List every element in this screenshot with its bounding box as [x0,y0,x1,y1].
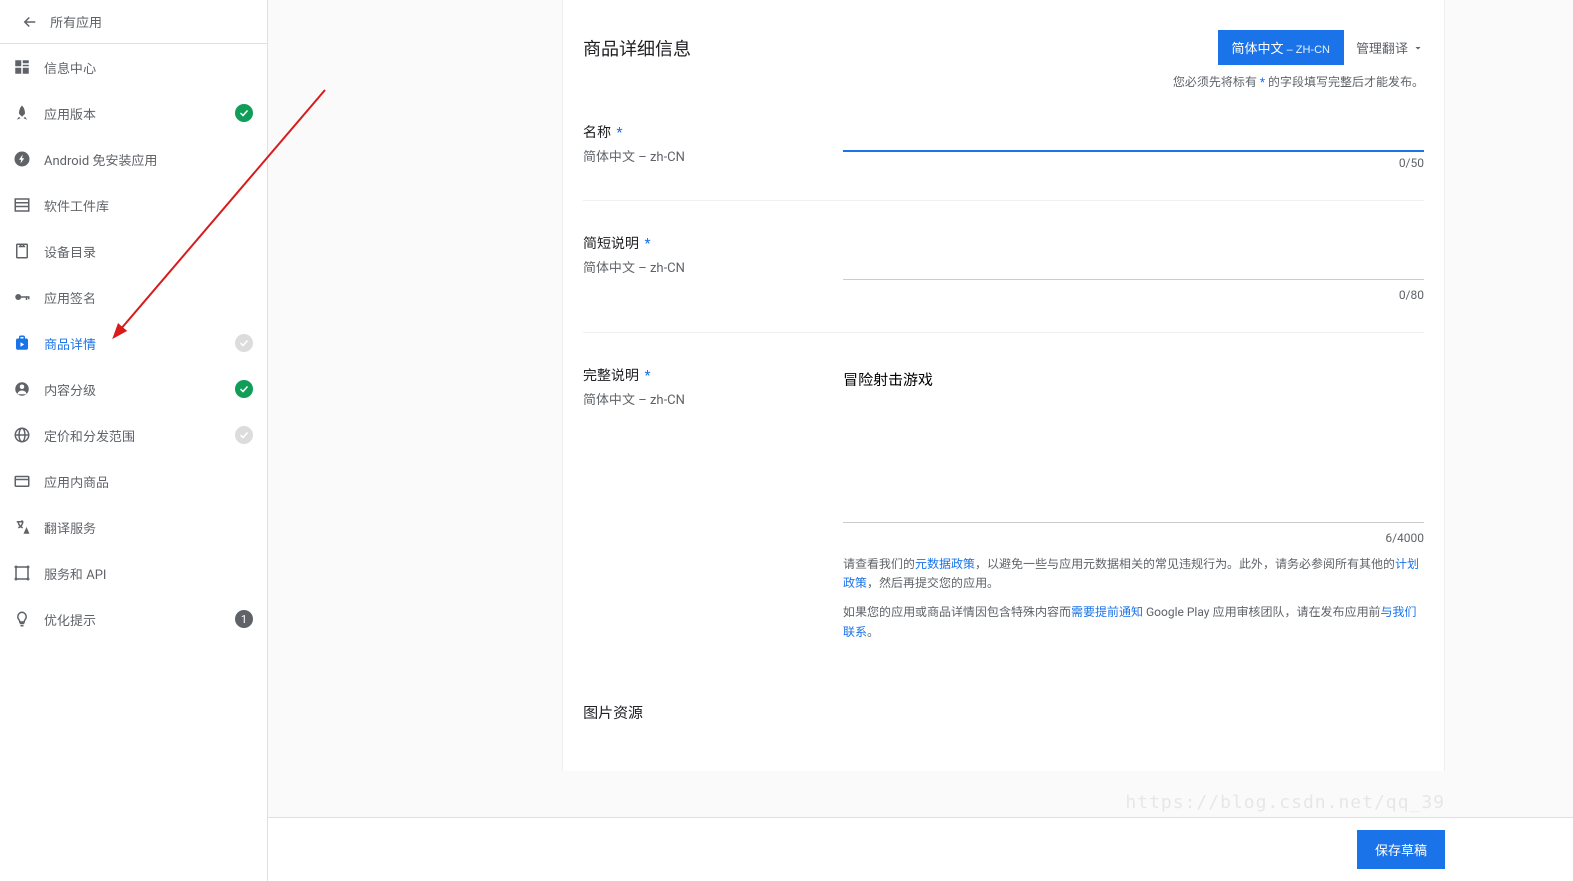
section-image-assets: 图片资源 [583,702,1424,723]
sidebar-item-label: Android 免安装应用 [44,150,253,169]
dashboard-icon [10,58,34,76]
help-text-1: 请查看我们的元数据政策，以避免一些与应用元数据相关的常见违规行为。此外，请务必参… [843,555,1424,593]
sidebar-item-shop[interactable]: 商品详情 [0,320,267,366]
short-desc-label: 简短说明 * [583,233,843,253]
status-incomplete-icon [235,426,253,444]
metadata-policy-link[interactable]: 元数据政策 [915,557,975,571]
lang-btn-main: 简体中文 [1232,41,1284,56]
library-icon [10,196,34,214]
bolt-icon [10,150,34,168]
sidebar-item-dashboard[interactable]: 信息中心 [0,44,267,90]
field-full-desc: 完整说明 * 简体中文 – zh-CN 6/4000 请查看我们的元数据政策，以… [583,363,1424,672]
full-desc-sublabel: 简体中文 – zh-CN [583,389,843,408]
footer-bar: 保存草稿 [268,817,1573,881]
sidebar-item-label: 设备目录 [44,242,253,261]
short-desc-char-count: 0/80 [843,288,1424,302]
arrow-left-icon [18,13,42,31]
sidebar-item-translate[interactable]: 翻译服务 [0,504,267,550]
sidebar-item-label: 信息中心 [44,58,253,77]
card-icon [10,472,34,490]
field-short-desc: 简短说明 * 简体中文 – zh-CN 0/80 [583,231,1424,333]
page-title: 商品详细信息 [583,35,1218,61]
globe-icon [10,426,34,444]
short-desc-sublabel: 简体中文 – zh-CN [583,257,843,276]
rating-icon [10,380,34,398]
watermark-text: https://blog.csdn.net/qq_39 [1125,792,1445,813]
lang-btn-sub: – ZH-CN [1284,44,1330,56]
name-char-count: 0/50 [843,156,1424,170]
field-name: 名称 * 简体中文 – zh-CN 0/50 [583,120,1424,201]
short-desc-input[interactable] [843,231,1424,280]
translate-icon [10,518,34,536]
back-all-apps[interactable]: 所有应用 [0,0,267,44]
sidebar-item-label: 应用签名 [44,288,253,307]
main-area: 商品详细信息 简体中文 – ZH-CN 管理翻译 您必须先将标有 * 的字段填写… [268,0,1573,881]
sidebar-item-label: 应用内商品 [44,472,253,491]
sidebar-item-globe[interactable]: 定价和分发范围 [0,412,267,458]
sidebar-item-label: 翻译服务 [44,518,253,537]
sidebar-item-device[interactable]: 设备目录 [0,228,267,274]
api-icon [10,564,34,582]
full-desc-input[interactable] [843,363,1424,523]
full-desc-char-count: 6/4000 [843,531,1424,545]
name-input[interactable] [843,120,1424,152]
bulb-icon [10,610,34,628]
sidebar-item-library[interactable]: 软件工件库 [0,182,267,228]
sidebar-item-label: 服务和 API [44,564,253,583]
sidebar-item-label: 内容分级 [44,380,235,399]
sidebar-item-label: 优化提示 [44,610,235,629]
status-complete-icon [235,104,253,122]
shop-icon [10,334,34,352]
chevron-down-icon [1412,42,1424,54]
required-fields-note: 您必须先将标有 * 的字段填写完整后才能发布。 [583,73,1424,90]
save-draft-button[interactable]: 保存草稿 [1357,830,1445,869]
content-card: 商品详细信息 简体中文 – ZH-CN 管理翻译 您必须先将标有 * 的字段填写… [562,0,1445,771]
back-label: 所有应用 [50,12,102,31]
sidebar-item-api[interactable]: 服务和 API [0,550,267,596]
sidebar-item-bolt[interactable]: Android 免安装应用 [0,136,267,182]
name-sublabel: 简体中文 – zh-CN [583,146,843,165]
name-label: 名称 * [583,122,843,142]
language-button[interactable]: 简体中文 – ZH-CN [1218,30,1344,65]
sidebar-item-label: 定价和分发范围 [44,426,235,445]
sidebar-item-label: 软件工件库 [44,196,253,215]
status-incomplete-icon [235,334,253,352]
key-icon [10,288,34,306]
sidebar: 所有应用 信息中心应用版本 Android 免安装应用软件工件库设备目录应用签名商… [0,0,268,881]
sidebar-item-label: 应用版本 [44,104,235,123]
sidebar-item-bulb[interactable]: 优化提示1 [0,596,267,642]
badge-count: 1 [235,610,253,628]
rocket-icon [10,104,34,122]
header-row: 商品详细信息 简体中文 – ZH-CN 管理翻译 [583,30,1424,65]
help-text-2: 如果您的应用或商品详情因包含特殊内容而需要提前通知 Google Play 应用… [843,603,1424,641]
full-desc-label: 完整说明 * [583,365,843,385]
manage-translations-label: 管理翻译 [1356,38,1408,57]
sidebar-item-card[interactable]: 应用内商品 [0,458,267,504]
status-complete-icon [235,380,253,398]
device-icon [10,242,34,260]
sidebar-item-label: 商品详情 [44,334,235,353]
sidebar-item-rating[interactable]: 内容分级 [0,366,267,412]
advance-notice-link[interactable]: 需要提前通知 [1071,605,1143,619]
sidebar-item-rocket[interactable]: 应用版本 [0,90,267,136]
manage-translations-dropdown[interactable]: 管理翻译 [1356,38,1424,57]
sidebar-item-key[interactable]: 应用签名 [0,274,267,320]
